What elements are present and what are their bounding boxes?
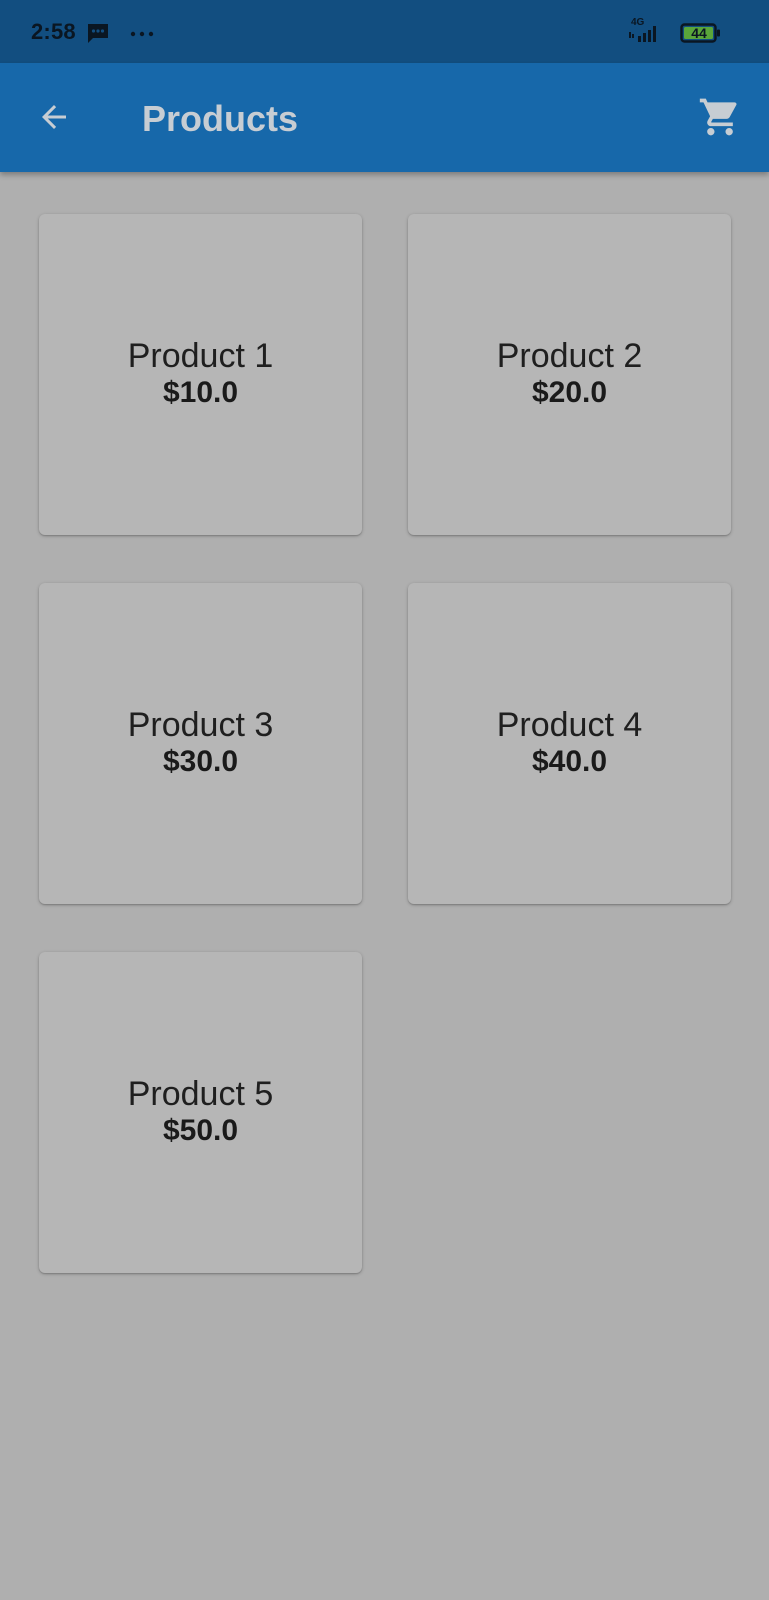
back-button[interactable] xyxy=(28,91,80,143)
product-card[interactable]: Product 1 $10.0 xyxy=(39,214,362,535)
product-card[interactable]: Product 2 $20.0 xyxy=(408,214,731,535)
message-icon xyxy=(86,22,110,44)
product-price: $20.0 xyxy=(531,375,608,409)
product-name: Product 2 xyxy=(496,336,643,375)
more-dots-icon xyxy=(130,25,156,37)
product-name: Product 5 xyxy=(127,1074,274,1113)
product-name: Product 1 xyxy=(127,336,274,375)
product-name: Product 4 xyxy=(496,705,643,744)
status-time: 2:58 xyxy=(31,19,76,44)
product-price: $10.0 xyxy=(162,375,239,409)
product-card[interactable]: Product 5 $50.0 xyxy=(39,952,362,1273)
app-bar: Products xyxy=(0,63,769,172)
product-price: $40.0 xyxy=(531,744,608,778)
product-name: Product 3 xyxy=(127,705,274,744)
product-card[interactable]: Product 3 $30.0 xyxy=(39,583,362,904)
product-price: $30.0 xyxy=(162,744,239,778)
signal-icon xyxy=(627,22,669,44)
product-card[interactable]: Product 4 $40.0 xyxy=(408,583,731,904)
battery-level: 44 xyxy=(691,25,707,41)
status-bar: 2:58 4G 44 xyxy=(0,0,769,63)
cart-button[interactable] xyxy=(692,89,748,145)
product-grid: Product 1 $10.0 Product 2 $20.0 Product … xyxy=(0,172,769,1600)
page-title: Products xyxy=(142,98,299,139)
product-price: $50.0 xyxy=(162,1113,239,1147)
